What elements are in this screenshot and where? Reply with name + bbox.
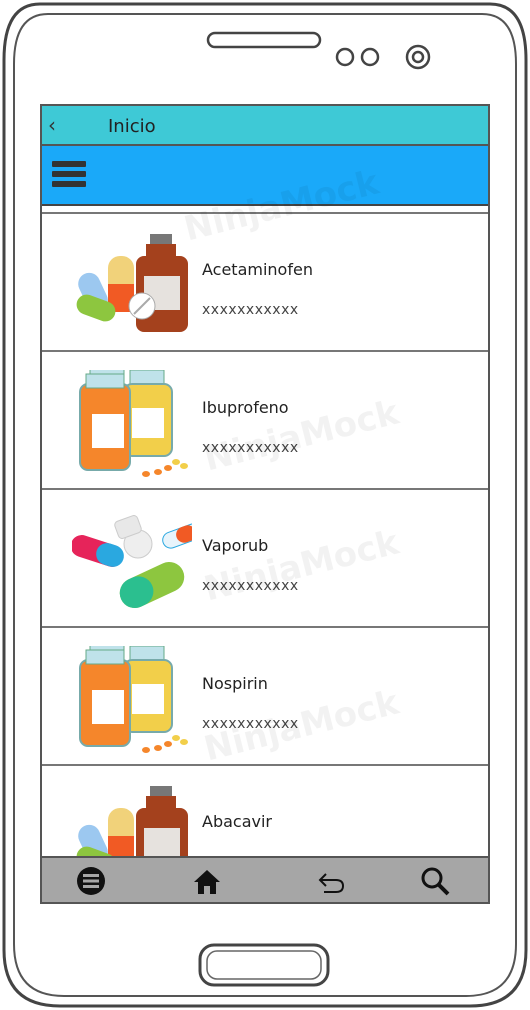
capsules-icon bbox=[72, 515, 192, 609]
toolbar bbox=[42, 146, 488, 206]
list-menu-icon[interactable] bbox=[52, 161, 86, 191]
pills-bottle-icon bbox=[76, 234, 188, 332]
list-item[interactable]: Ibuprofeno xxxxxxxxxxx bbox=[42, 352, 488, 490]
home-icon[interactable] bbox=[192, 866, 222, 896]
page-title: Inicio bbox=[108, 116, 156, 137]
medicine-description: xxxxxxxxxxx bbox=[202, 302, 299, 318]
pill-jars-icon bbox=[79, 646, 188, 753]
bottom-nav bbox=[42, 856, 488, 902]
medicine-description: xxxxxxxxxxx bbox=[202, 578, 299, 594]
medicine-name: Ibuprofeno bbox=[202, 398, 289, 417]
app-screen: ‹ Inicio Acetaminofen xxxxxxxxxxx Ibupro… bbox=[40, 104, 490, 904]
list-item[interactable]: Vaporub xxxxxxxxxxx bbox=[42, 490, 488, 628]
medicine-description: xxxxxxxxxxx bbox=[202, 440, 299, 456]
medicine-name: Acetaminofen bbox=[202, 260, 313, 279]
back-arrow-icon[interactable] bbox=[316, 866, 346, 896]
list-item[interactable]: Acetaminofen xxxxxxxxxxx bbox=[42, 214, 488, 352]
medicine-name: Abacavir bbox=[202, 812, 272, 831]
menu-icon[interactable] bbox=[76, 866, 106, 896]
list-item[interactable]: Nospirin xxxxxxxxxxx bbox=[42, 628, 488, 766]
title-bar: ‹ Inicio bbox=[42, 106, 488, 146]
back-chevron-icon[interactable]: ‹ bbox=[48, 115, 56, 135]
search-icon[interactable] bbox=[420, 866, 450, 896]
medicine-description: xxxxxxxxxxx bbox=[202, 716, 299, 732]
medicine-name: Nospirin bbox=[202, 674, 268, 693]
medicine-name: Vaporub bbox=[202, 536, 269, 555]
pill-jars-icon bbox=[79, 370, 188, 477]
medicine-list: Acetaminofen xxxxxxxxxxx Ibuprofeno xxxx… bbox=[42, 212, 488, 902]
